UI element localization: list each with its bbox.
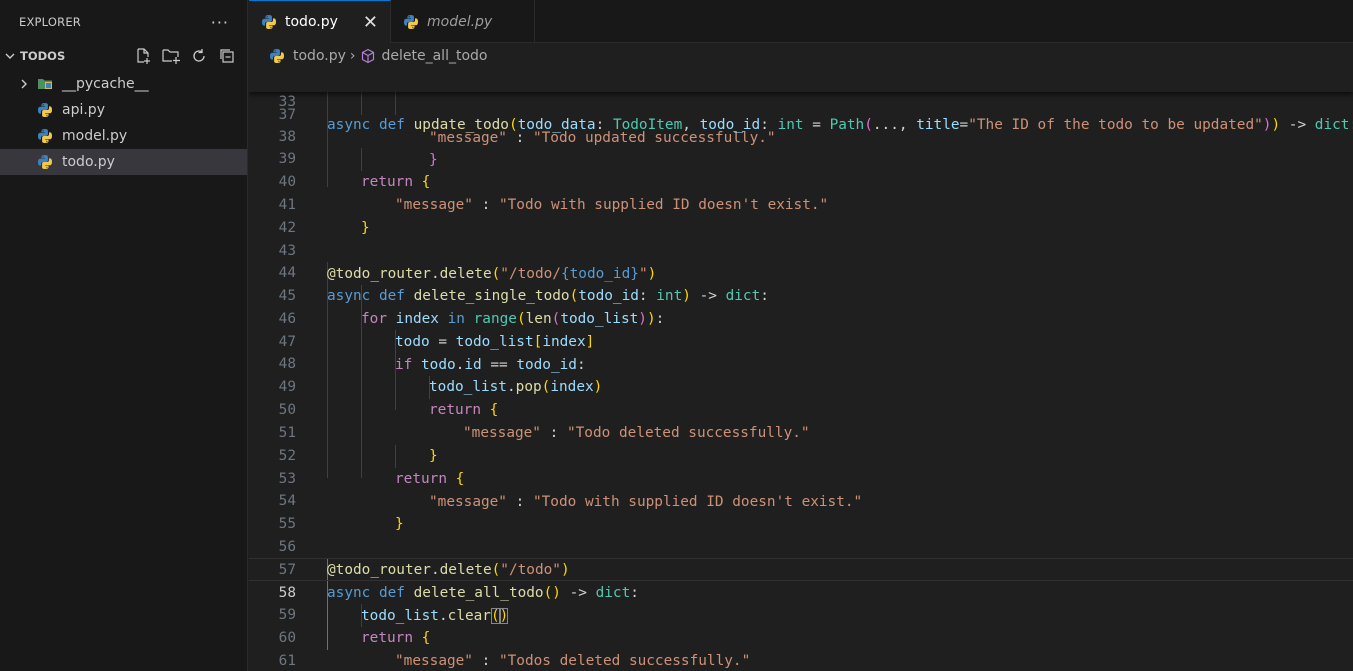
workspace-section-header[interactable]: TODOS bbox=[0, 44, 247, 68]
code-line: 49 return { bbox=[249, 353, 1353, 418]
code-line: 54 } bbox=[249, 467, 1353, 532]
explorer-actions bbox=[132, 45, 247, 67]
tab-bar: todo.py ✕ model.py bbox=[249, 0, 1353, 43]
code-line: 57 async def delete_all_todo() -> dict: bbox=[249, 536, 1353, 601]
tab-label: model.py bbox=[427, 13, 493, 30]
new-folder-icon[interactable] bbox=[160, 45, 182, 67]
breadcrumb: todo.py › delete_all_todo bbox=[249, 44, 1353, 68]
code-line: 43 @todo_router.delete("/todo/{todo_id}"… bbox=[249, 217, 1353, 282]
chevron-right-icon[interactable] bbox=[16, 78, 32, 90]
tree-item-label: __pycache__ bbox=[62, 76, 149, 92]
explorer-header: EXPLORER ··· bbox=[0, 0, 247, 44]
code-line: 41 } bbox=[249, 171, 1353, 236]
tree-item-pycache[interactable]: __pycache__ bbox=[0, 71, 247, 97]
breadcrumb-symbol[interactable]: delete_all_todo bbox=[382, 48, 488, 64]
code-line: 46 todo = todo_list[index] bbox=[249, 285, 1353, 350]
python-file-icon bbox=[37, 102, 53, 118]
code-line: 51 } bbox=[249, 399, 1353, 464]
code-line: 44 async def delete_single_todo(todo_id:… bbox=[249, 239, 1353, 304]
breadcrumb-separator: › bbox=[349, 48, 356, 64]
code-line: 50 "message" : "Todo deleted successfull… bbox=[249, 376, 1353, 441]
more-actions-icon[interactable]: ··· bbox=[211, 13, 229, 32]
new-file-icon[interactable] bbox=[132, 45, 154, 67]
tree-item-todo-py[interactable]: todo.py bbox=[0, 149, 247, 175]
python-file-icon bbox=[37, 128, 53, 144]
code-line: 61 } bbox=[249, 627, 1353, 669]
tab-todo-py[interactable]: todo.py ✕ bbox=[249, 0, 391, 43]
breadcrumb-file[interactable]: todo.py bbox=[293, 48, 346, 64]
code-line: 52 return { bbox=[249, 422, 1353, 487]
refresh-icon[interactable] bbox=[188, 45, 210, 67]
code-line-sticky: 33 async def update_todo(todo_data: Todo… bbox=[249, 68, 1353, 133]
tree-item-label: api.py bbox=[62, 102, 105, 118]
sticky-scroll-header[interactable]: 33 async def update_todo(todo_data: Todo… bbox=[249, 68, 1353, 133]
workspace-label: TODOS bbox=[20, 49, 66, 63]
code-line: 45 for index in range(len(todo_list)): bbox=[249, 262, 1353, 327]
tree-item-label: todo.py bbox=[62, 154, 115, 170]
code-line: 53 "message" : "Todo with supplied ID do… bbox=[249, 445, 1353, 510]
code-line: 47 if todo.id == todo_id: bbox=[249, 308, 1353, 373]
python-file-icon bbox=[403, 14, 419, 30]
code-line: 48 todo_list.pop(index) bbox=[249, 330, 1353, 395]
code-line: 59 return { bbox=[249, 581, 1353, 646]
code-line-current: 58 todo_list.clear() bbox=[249, 558, 1353, 624]
tab-model-py[interactable]: model.py bbox=[391, 0, 535, 43]
chevron-down-icon[interactable] bbox=[2, 50, 18, 62]
tree-item-label: model.py bbox=[62, 128, 128, 144]
collapse-all-icon[interactable] bbox=[216, 45, 238, 67]
tree-item-api-py[interactable]: api.py bbox=[0, 97, 247, 123]
tab-label: todo.py bbox=[285, 14, 338, 30]
code-text: async def update_todo(todo_data: TodoIte… bbox=[327, 117, 1353, 133]
tree-item-model-py[interactable]: model.py bbox=[0, 123, 247, 149]
code-line: 40 "message" : "Todo with supplied ID do… bbox=[249, 148, 1353, 213]
python-file-icon bbox=[37, 154, 53, 170]
code-line: 55 bbox=[249, 490, 1353, 532]
explorer-sidebar: EXPLORER ··· TODOS __pycache__ api.py mo… bbox=[0, 0, 248, 671]
code-line: 60 "message" : "Todos deleted successful… bbox=[249, 604, 1353, 669]
code-line: 42 bbox=[249, 194, 1353, 236]
python-file-icon bbox=[269, 48, 285, 64]
line-number: 33 bbox=[278, 94, 296, 110]
explorer-title: EXPLORER bbox=[19, 15, 81, 29]
code-editor[interactable]: 37 "message" : "Todo updated successfull… bbox=[249, 68, 1353, 671]
folder-icon bbox=[37, 76, 53, 92]
python-file-icon bbox=[261, 14, 277, 30]
line-number: 61 bbox=[278, 653, 296, 669]
code-text: "message" : "Todos deleted successfully.… bbox=[395, 653, 751, 669]
code-line: 56 @todo_router.delete("/todo") bbox=[249, 513, 1353, 578]
close-icon[interactable]: ✕ bbox=[363, 12, 378, 33]
method-symbol-icon bbox=[360, 48, 376, 64]
